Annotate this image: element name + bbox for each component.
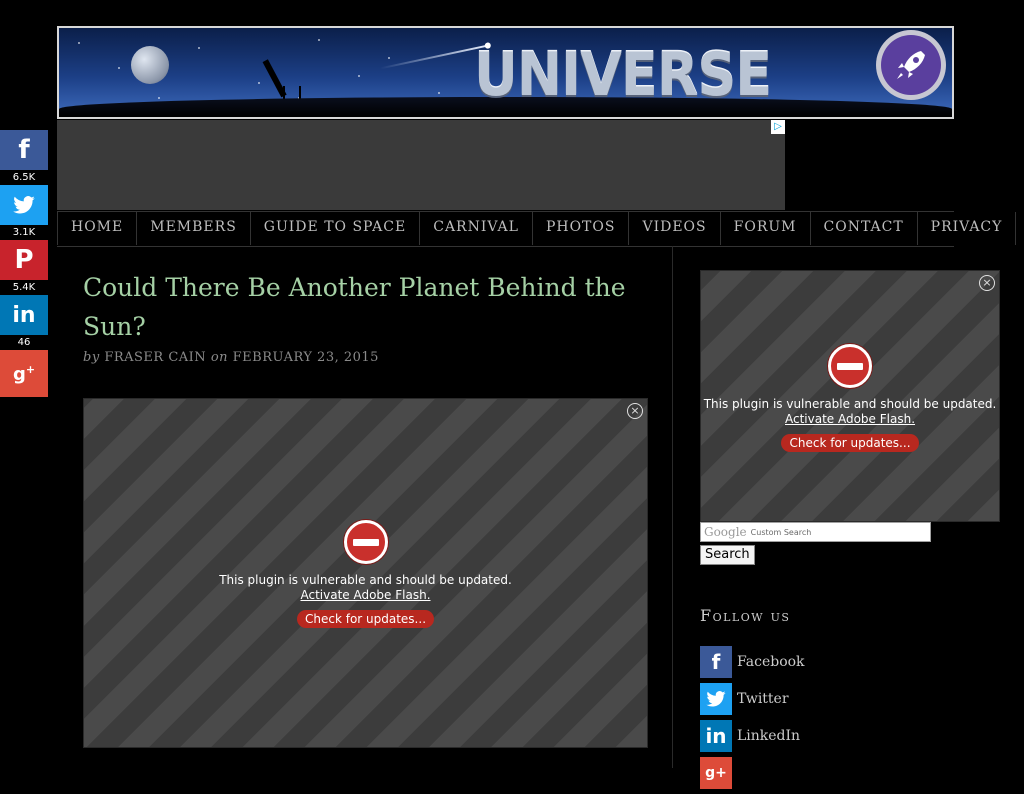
nav-item-privacy[interactable]: PRIVACY — [916, 212, 1017, 245]
search-placeholder: Custom Search — [750, 527, 812, 537]
byline-author[interactable]: FRASER CAIN — [104, 350, 206, 365]
blocked-plugin-main[interactable]: × This plugin is vulnerable and should b… — [83, 398, 648, 748]
plugin-warning-text: This plugin is vulnerable and should be … — [219, 573, 512, 587]
linkedin-share-button[interactable]: in — [0, 295, 48, 335]
byline-on: on — [210, 350, 229, 365]
nav-item-members[interactable]: MEMBERS — [136, 212, 251, 245]
follow-twitter-link[interactable]: Twitter — [700, 683, 805, 715]
twitter-icon — [13, 196, 35, 214]
facebook-icon: f — [18, 135, 30, 165]
rocket-icon — [897, 51, 925, 79]
close-icon[interactable]: × — [627, 403, 643, 419]
activate-flash-link[interactable]: Activate Adobe Flash. — [84, 588, 647, 602]
rocket-logo — [876, 30, 946, 100]
facebook-icon: f — [700, 646, 732, 678]
close-icon[interactable]: × — [979, 275, 995, 291]
pinterest-share-count: 5.4K — [0, 280, 48, 295]
nav-item-carnival[interactable]: CARNIVAL — [419, 212, 533, 245]
moon-graphic — [131, 46, 169, 84]
check-updates-button[interactable]: Check for updates... — [781, 434, 919, 452]
google-plus-share-button[interactable]: g+ — [0, 350, 48, 397]
google-plus-icon: g+ — [12, 362, 36, 385]
blocked-plugin-icon — [828, 344, 872, 388]
blocked-plugin-icon — [343, 520, 388, 564]
nav-item-forum[interactable]: FORUM — [719, 212, 811, 245]
main-navigation: HOME MEMBERS GUIDE TO SPACE CARNIVAL PHO… — [57, 211, 1017, 247]
pinterest-share-button[interactable]: P — [0, 240, 48, 280]
follow-us-heading: Follow us — [700, 606, 791, 625]
plugin-warning-text: This plugin is vulnerable and should be … — [703, 397, 997, 411]
article-byline: by FRASER CAIN on FEBRUARY 23, 2015 — [83, 350, 379, 365]
twitter-share-button[interactable] — [0, 185, 48, 225]
follow-facebook-link[interactable]: f Facebook — [700, 646, 805, 678]
check-updates-button[interactable]: Check for updates... — [296, 610, 435, 628]
follow-label: Facebook — [737, 654, 805, 670]
follow-us-list: f Facebook Twitter in LinkedIn g+ — [700, 646, 805, 794]
nav-item-home[interactable]: HOME — [57, 212, 138, 245]
blocked-plugin-sidebar[interactable]: × This plugin is vulnerable and should b… — [700, 270, 1000, 522]
activate-flash-link[interactable]: Activate Adobe Flash. — [701, 412, 999, 426]
google-plus-icon: g+ — [700, 757, 732, 789]
twitter-share-count: 3.1K — [0, 225, 48, 240]
nav-item-photos[interactable]: PHOTOS — [531, 212, 630, 245]
follow-google-plus-link[interactable]: g+ — [700, 757, 805, 789]
social-share-bar: f 6.5K 3.1K P 5.4K in 46 g+ — [0, 130, 48, 397]
facebook-share-button[interactable]: f — [0, 130, 48, 170]
nav-item-guide-to-space[interactable]: GUIDE TO SPACE — [249, 212, 421, 245]
follow-label: Twitter — [737, 691, 789, 707]
linkedin-icon: in — [700, 720, 732, 752]
nav-item-contact[interactable]: CONTACT — [809, 212, 918, 245]
site-banner[interactable]: UNIVERSE TODAY — [57, 26, 954, 119]
facebook-share-count: 6.5K — [0, 170, 48, 185]
follow-label: LinkedIn — [737, 728, 801, 744]
adchoices-icon[interactable]: ▷ — [771, 120, 785, 134]
article-title[interactable]: Could There Be Another Planet Behind the… — [83, 268, 643, 346]
nav-item-videos[interactable]: VIDEOS — [628, 212, 721, 245]
byline-by: by — [83, 350, 100, 365]
pinterest-icon: P — [14, 245, 34, 275]
advertisement-slot[interactable]: ▷ — [57, 120, 785, 210]
google-logo: Google — [704, 525, 747, 539]
linkedin-icon: in — [12, 302, 36, 328]
column-divider — [672, 246, 673, 768]
byline-date: FEBRUARY 23, 2015 — [232, 350, 379, 365]
linkedin-share-count: 46 — [0, 335, 48, 350]
twitter-icon — [700, 683, 732, 715]
search-button[interactable]: Search — [700, 545, 755, 565]
follow-linkedin-link[interactable]: in LinkedIn — [700, 720, 805, 752]
search-input[interactable]: Google Custom Search — [700, 522, 931, 542]
